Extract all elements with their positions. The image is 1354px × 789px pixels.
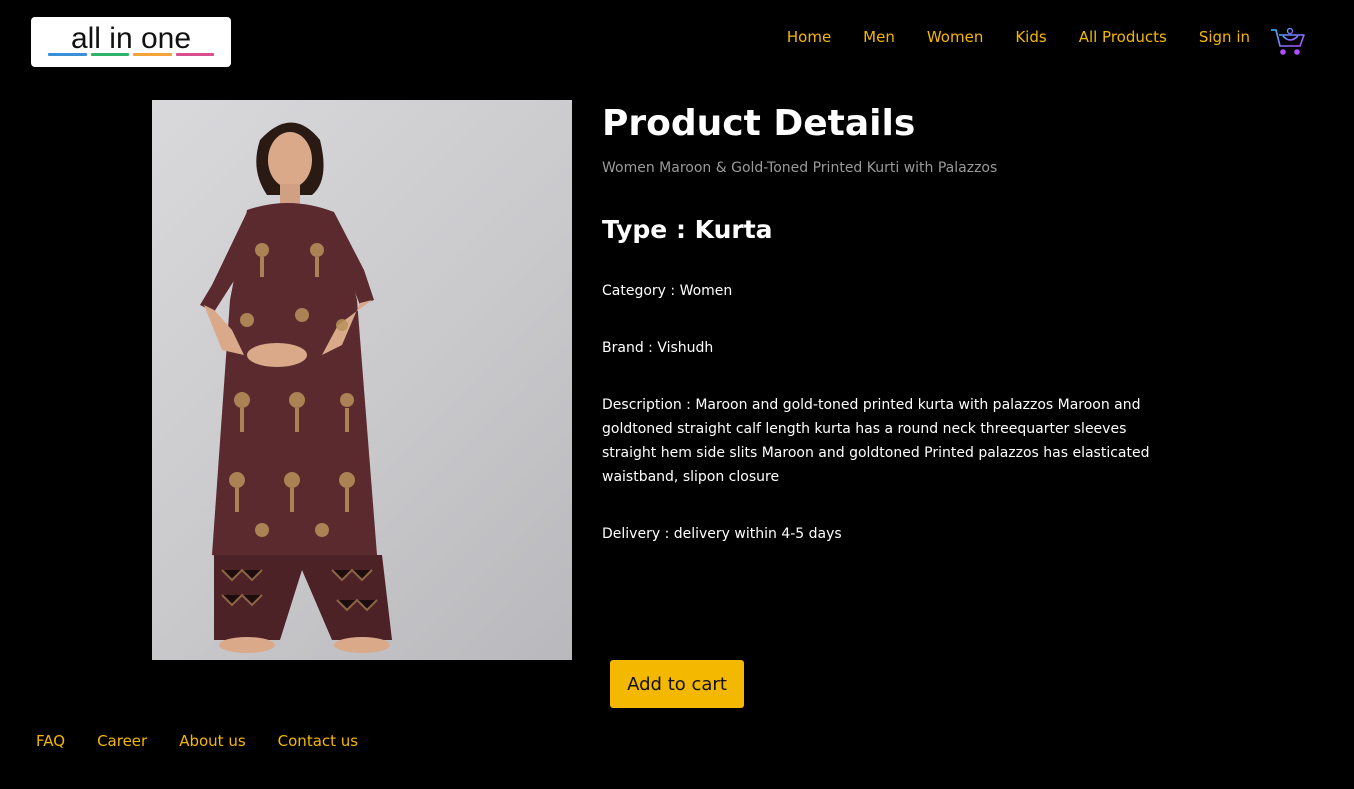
footer-career[interactable]: Career bbox=[97, 730, 147, 752]
product-type-value: Kurta bbox=[694, 215, 773, 244]
logo-color-bars bbox=[48, 53, 214, 56]
footer-contact-us[interactable]: Contact us bbox=[278, 730, 358, 752]
logo-text: all in one bbox=[70, 22, 192, 55]
nav-men[interactable]: Men bbox=[863, 26, 895, 48]
footer-about-us[interactable]: About us bbox=[179, 730, 245, 752]
product-type-label: Type : bbox=[602, 215, 695, 244]
nav-women[interactable]: Women bbox=[927, 26, 983, 48]
product-brand: Brand : Vishudh bbox=[602, 340, 714, 356]
nav-sign-in[interactable]: Sign in bbox=[1199, 26, 1250, 48]
footer-faq[interactable]: FAQ bbox=[36, 730, 65, 752]
nav-kids[interactable]: Kids bbox=[1015, 26, 1046, 48]
model-wearing-kurta-illustration bbox=[200, 122, 392, 653]
add-to-cart-button[interactable]: Add to cart bbox=[610, 660, 744, 708]
product-name: Women Maroon & Gold-Toned Printed Kurti … bbox=[602, 160, 998, 176]
product-category: Category : Women bbox=[602, 283, 733, 299]
nav-home[interactable]: Home bbox=[787, 26, 831, 48]
main-nav: Home Men Women Kids All Products Sign in bbox=[787, 26, 1250, 48]
product-type: Type : Kurta bbox=[602, 214, 773, 246]
shopping-cart-icon[interactable] bbox=[1270, 26, 1306, 58]
site-logo[interactable]: all in one bbox=[31, 17, 231, 67]
product-image bbox=[152, 100, 572, 660]
page-title: Product Details bbox=[602, 103, 916, 144]
footer-links: FAQ Career About us Contact us bbox=[36, 730, 358, 752]
product-description: Description : Maroon and gold-toned prin… bbox=[602, 397, 1150, 485]
site-header: all in one Home Men Women Kids All Produ… bbox=[0, 0, 1354, 80]
product-delivery: Delivery : delivery within 4-5 days bbox=[602, 526, 842, 542]
nav-all-products[interactable]: All Products bbox=[1079, 26, 1167, 48]
